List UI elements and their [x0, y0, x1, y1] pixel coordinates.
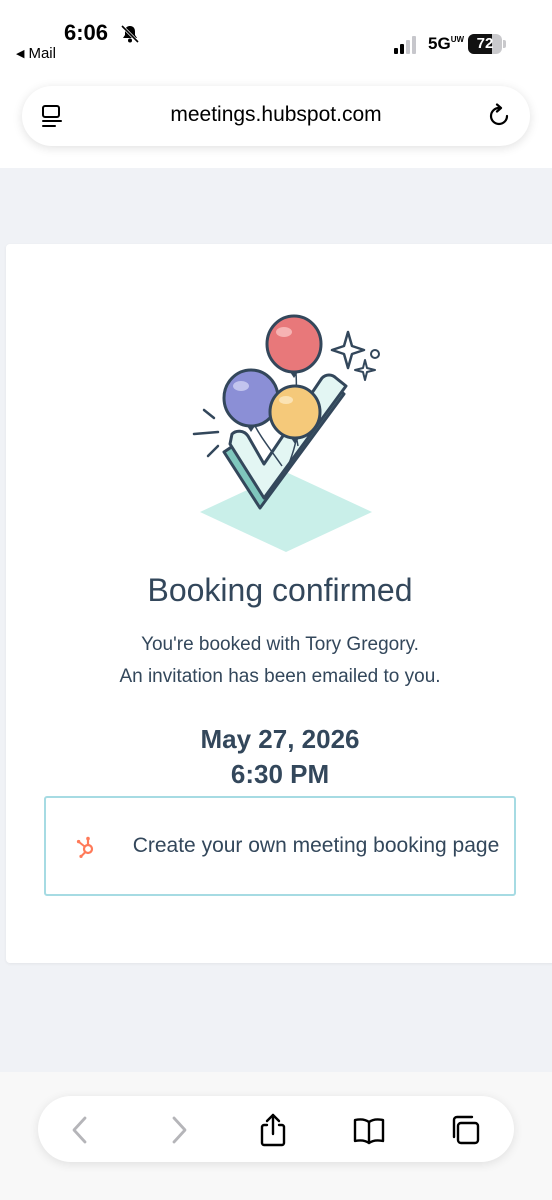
browser-header: 6:06 ◀ Mail 5GUW 72 meetings.hubspot.com — [0, 0, 552, 168]
battery-percent: 72 — [476, 35, 494, 52]
status-time: 6:06 — [64, 20, 109, 45]
back-app-label: Mail — [28, 45, 56, 62]
booked-with-text: You're booked with Tory Gregory. — [141, 634, 419, 655]
create-booking-page-label[interactable]: Create your own meeting booking page — [126, 829, 506, 863]
back-triangle-icon: ◀ — [16, 48, 25, 60]
bell-slash-icon — [120, 24, 140, 44]
meeting-date: May 27, 2026 — [200, 724, 360, 754]
url-text[interactable]: meetings.hubspot.com — [82, 103, 470, 127]
celebration-check-illustration — [192, 314, 380, 552]
confirmation-card: Booking confirmed You're booked with Tor… — [6, 244, 552, 963]
invitation-text: An invitation has been emailed to you. — [119, 666, 441, 687]
sparkle-large — [330, 330, 366, 370]
hubspot-sprocket-icon — [76, 836, 94, 858]
battery-indicator: 72 — [468, 34, 506, 54]
network-type: 5G — [428, 34, 451, 53]
create-booking-page-button[interactable]: Create your own meeting booking page — [44, 796, 516, 896]
tabs-icon[interactable] — [448, 1113, 482, 1147]
chevron-right-icon[interactable] — [162, 1113, 196, 1147]
red-balloon — [265, 314, 323, 374]
share-icon[interactable] — [256, 1113, 290, 1147]
floor-shape — [200, 472, 372, 552]
meeting-time: 6:30 PM — [230, 759, 330, 789]
browser-bottom-area — [0, 1072, 552, 1200]
screen: 6:06 ◀ Mail 5GUW 72 meetings.hubspot.com… — [0, 0, 552, 1200]
signal-strength-icon — [394, 36, 416, 54]
sparkle-small — [354, 359, 376, 381]
confirmation-heading: Booking confirmed — [147, 572, 413, 608]
chevron-left-icon[interactable] — [64, 1113, 98, 1147]
book-icon[interactable] — [352, 1113, 386, 1147]
yellow-balloon — [268, 384, 322, 440]
back-to-app-link[interactable]: ◀ Mail — [16, 45, 56, 62]
battery-cap — [503, 40, 506, 48]
address-bar[interactable]: meetings.hubspot.com — [22, 86, 530, 146]
network-indicator: 5GUW — [428, 34, 465, 54]
reader-mode-icon[interactable] — [40, 104, 64, 130]
browser-toolbar — [38, 1096, 514, 1162]
network-suffix: UW — [450, 35, 465, 45]
reload-icon[interactable] — [486, 103, 512, 129]
